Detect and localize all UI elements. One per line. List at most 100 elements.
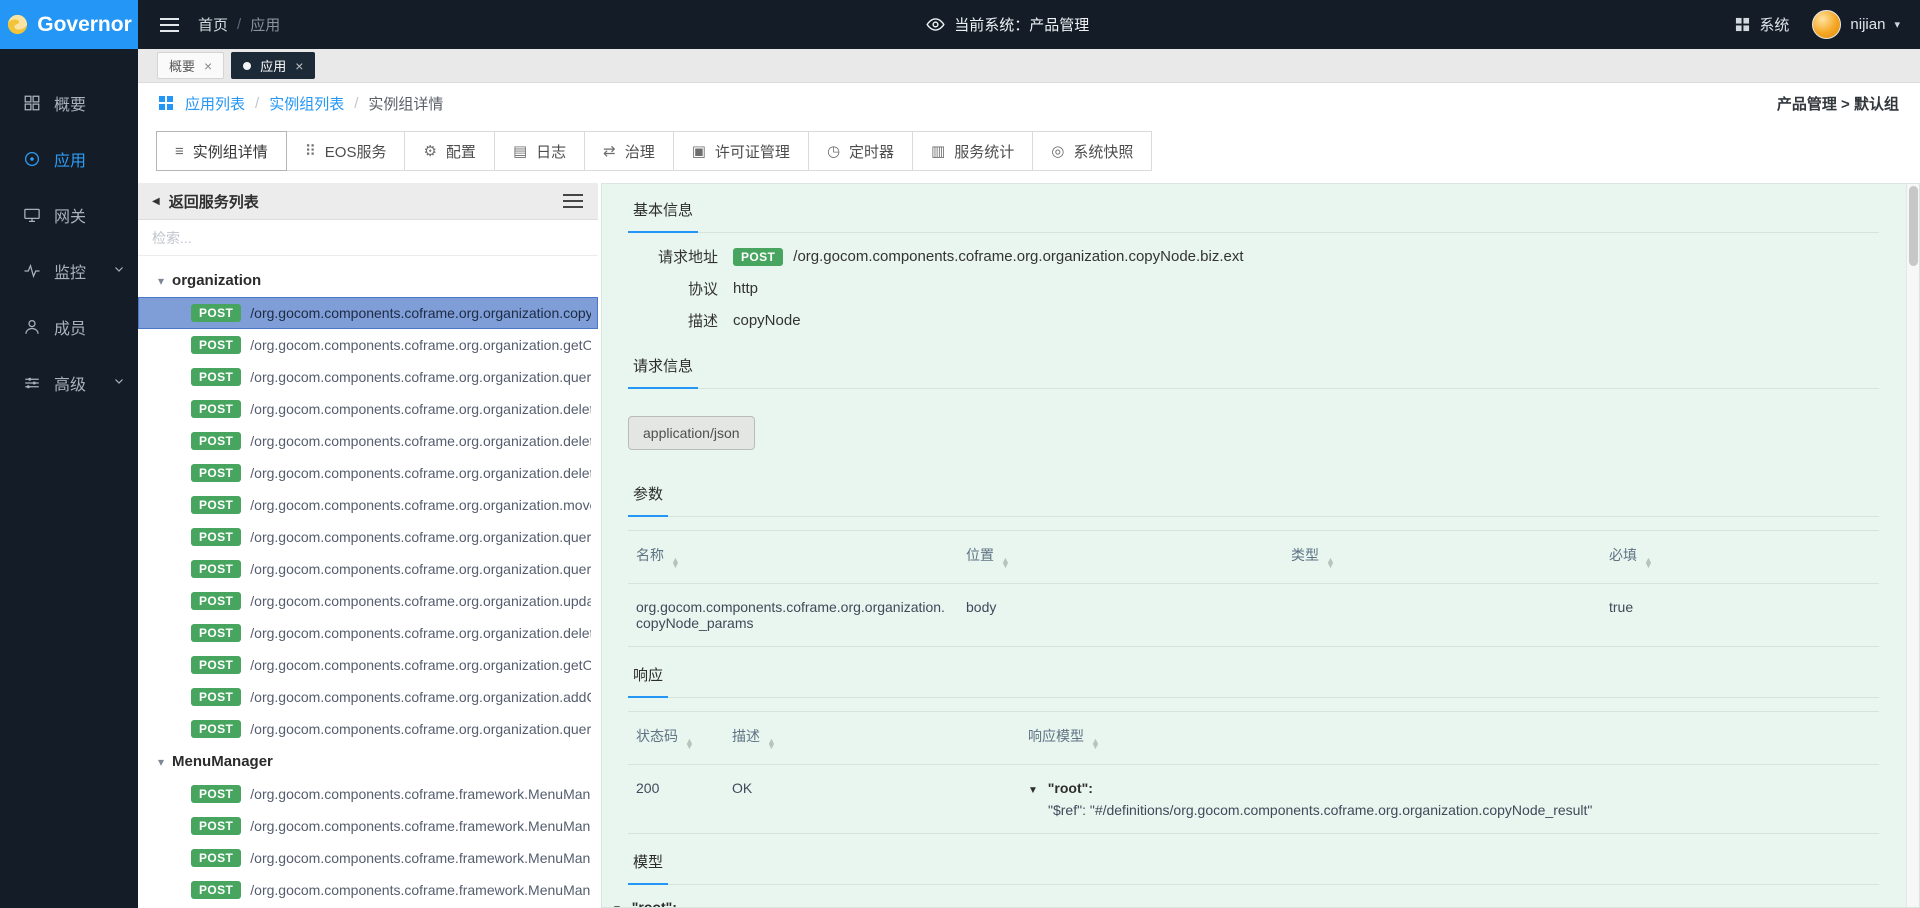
section-title-response[interactable]: 响应 xyxy=(628,651,668,698)
service-item[interactable]: POST /org.gocom.components.coframe.org.o… xyxy=(138,393,598,425)
sort-icon[interactable]: ▲▼ xyxy=(1644,558,1653,569)
service-item[interactable]: POST /org.gocom.components.coframe.frame… xyxy=(138,842,598,874)
sidebar-item-app[interactable]: 应用 xyxy=(0,131,138,187)
tool-tab-governance[interactable]: ⇄治理 xyxy=(584,131,674,171)
scrollbar-thumb[interactable] xyxy=(1909,186,1918,266)
system-label[interactable]: 系统 xyxy=(1759,14,1789,35)
service-path: /org.gocom.components.coframe.framework.… xyxy=(250,786,591,802)
top-header: Governor 首页 / 应用 当前系统：产品管理 系统 nijian ▾ xyxy=(0,0,1920,49)
breadcrumb-instance-group-detail: 实例组详情 xyxy=(368,93,443,114)
section-title-request[interactable]: 请求信息 xyxy=(628,342,698,389)
method-badge: POST xyxy=(191,336,241,354)
tool-tab-service-stats[interactable]: ▥服务统计 xyxy=(912,131,1033,171)
logo-text: Governor xyxy=(37,13,132,37)
service-group-organization-items: POST /org.gocom.components.coframe.org.o… xyxy=(138,297,598,745)
system-grid-icon[interactable] xyxy=(1735,17,1750,32)
tool-tab-instance-group-detail[interactable]: ≡实例组详情 xyxy=(156,131,287,171)
close-icon[interactable]: × xyxy=(204,58,212,74)
caret-down-icon[interactable]: ▼ xyxy=(1028,785,1038,796)
crumb-home[interactable]: 首页 xyxy=(198,14,228,35)
request-address-value: /org.gocom.components.coframe.org.organi… xyxy=(793,248,1243,265)
method-badge: POST xyxy=(191,592,241,610)
service-item[interactable]: POST /org.gocom.components.coframe.org.o… xyxy=(138,361,598,393)
sidebar-nav: 概要 应用 网关 监控 成员 高级 xyxy=(0,49,138,908)
section-title-model[interactable]: 模型 xyxy=(628,838,668,885)
section-title-params[interactable]: 参数 xyxy=(628,470,668,517)
section-params: 参数 xyxy=(628,470,1879,517)
logo-swirl-icon xyxy=(6,13,29,36)
search-input[interactable] xyxy=(152,230,584,246)
service-item[interactable]: POST /org.gocom.components.coframe.org.o… xyxy=(138,713,598,745)
sort-icon[interactable]: ▲▼ xyxy=(767,739,776,750)
sidebar-item-overview[interactable]: 概要 xyxy=(0,75,138,131)
service-item[interactable]: POST /org.gocom.components.coframe.org.o… xyxy=(138,329,598,361)
tool-tab-license[interactable]: ▣许可证管理 xyxy=(673,131,809,171)
service-path: /org.gocom.components.coframe.org.organi… xyxy=(250,305,591,321)
snapshot-icon: ◎ xyxy=(1051,142,1064,160)
service-group-menumanager[interactable]: ▾ MenuManager xyxy=(138,745,598,778)
service-item[interactable]: POST /org.gocom.components.coframe.org.o… xyxy=(138,681,598,713)
service-item[interactable]: POST /org.gocom.components.coframe.org.o… xyxy=(138,649,598,681)
service-item[interactable]: POST /org.gocom.components.coframe.frame… xyxy=(138,778,598,810)
service-item[interactable]: POST /org.gocom.components.coframe.org.o… xyxy=(138,489,598,521)
service-item[interactable]: POST /org.gocom.components.coframe.org.o… xyxy=(138,521,598,553)
sidebar-item-advanced[interactable]: 高级 xyxy=(0,355,138,411)
sidebar-item-gateway[interactable]: 网关 xyxy=(0,187,138,243)
caret-down-icon[interactable]: ▼ xyxy=(612,904,622,908)
active-dot-icon xyxy=(243,62,251,70)
method-badge: POST xyxy=(191,624,241,642)
tool-tab-log[interactable]: ▤日志 xyxy=(494,131,585,171)
sidebar-item-member[interactable]: 成员 xyxy=(0,299,138,355)
tool-tab-timer[interactable]: ◷定时器 xyxy=(808,131,913,171)
service-item[interactable]: POST /org.gocom.components.coframe.org.o… xyxy=(138,297,598,329)
back-to-service-list[interactable]: ◀ 返回服务列表 xyxy=(138,183,598,220)
service-item[interactable]: POST /org.gocom.components.coframe.org.o… xyxy=(138,617,598,649)
service-item[interactable]: POST /org.gocom.components.coframe.org.o… xyxy=(138,585,598,617)
user-avatar[interactable] xyxy=(1812,10,1841,39)
service-item[interactable]: POST /org.gocom.components.coframe.org.o… xyxy=(138,425,598,457)
service-list-panel: ◀ 返回服务列表 ▾ organization POST /org.goco xyxy=(138,183,598,908)
username[interactable]: nijian xyxy=(1850,16,1885,33)
page-tab-overview[interactable]: 概要 × xyxy=(157,52,224,79)
app-logo[interactable]: Governor xyxy=(0,0,138,49)
service-path: /org.gocom.components.coframe.org.organi… xyxy=(250,593,591,609)
user-menu-caret-icon[interactable]: ▾ xyxy=(1894,18,1900,31)
service-group-organization[interactable]: ▾ organization xyxy=(138,264,598,297)
sort-icon[interactable]: ▲▼ xyxy=(685,739,694,750)
method-badge: POST xyxy=(191,817,241,835)
sort-icon[interactable]: ▲▼ xyxy=(1001,558,1010,569)
sort-icon[interactable]: ▲▼ xyxy=(1326,558,1335,569)
header-right: 系统 nijian ▾ xyxy=(1735,10,1900,39)
section-title-basic[interactable]: 基本信息 xyxy=(628,186,698,233)
menu-toggle-icon[interactable] xyxy=(156,13,182,37)
tool-tab-snapshot[interactable]: ◎系统快照 xyxy=(1032,131,1152,171)
method-badge: POST xyxy=(191,304,241,322)
service-path: /org.gocom.components.coframe.org.organi… xyxy=(250,625,591,641)
service-path: /org.gocom.components.coframe.framework.… xyxy=(250,850,591,866)
main-area: 概要 × 应用 × 应用列表 / 实例组列表 / 实例组详情 产品管理 > 默认… xyxy=(138,49,1920,908)
scrollbar-track[interactable] xyxy=(1906,184,1919,907)
content-type-chip[interactable]: application/json xyxy=(628,416,755,450)
sort-icon[interactable]: ▲▼ xyxy=(1091,739,1100,750)
method-badge: POST xyxy=(191,400,241,418)
sort-icon[interactable]: ▲▼ xyxy=(671,558,680,569)
service-item[interactable]: POST /org.gocom.components.coframe.org.o… xyxy=(138,457,598,489)
service-item[interactable]: POST /org.gocom.components.coframe.org.o… xyxy=(138,553,598,585)
tool-tab-config[interactable]: ⚙配置 xyxy=(404,131,494,171)
section-basic-info: 基本信息 xyxy=(628,186,1879,233)
service-item[interactable]: POST /org.gocom.components.coframe.frame… xyxy=(138,874,598,906)
model-root-line: ▼ "root": xyxy=(612,898,1879,908)
page-tab-app[interactable]: 应用 × xyxy=(231,52,315,79)
close-icon[interactable]: × xyxy=(295,58,303,74)
service-path: /org.gocom.components.coframe.org.organi… xyxy=(250,657,591,673)
service-item[interactable]: POST /org.gocom.components.coframe.frame… xyxy=(138,810,598,842)
panel-menu-icon[interactable] xyxy=(562,193,584,209)
sidebar-item-monitor[interactable]: 监控 xyxy=(0,243,138,299)
tool-tab-eos-service[interactable]: ⠿EOS服务 xyxy=(286,131,406,171)
method-badge: POST xyxy=(191,849,241,867)
breadcrumb-instance-group-list[interactable]: 实例组列表 xyxy=(269,93,344,114)
param-name: org.gocom.components.coframe.org.organiz… xyxy=(636,599,950,631)
caret-down-icon: ▾ xyxy=(158,755,164,769)
breadcrumb-app-list[interactable]: 应用列表 xyxy=(185,93,245,114)
clock-icon: ◷ xyxy=(827,142,840,160)
